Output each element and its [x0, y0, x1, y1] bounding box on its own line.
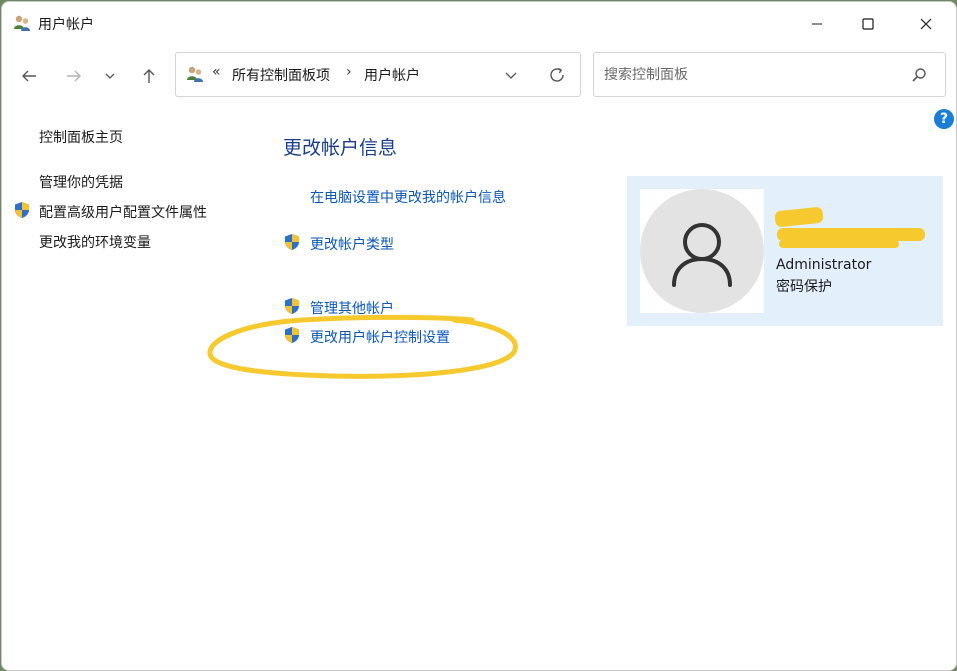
maximize-icon	[862, 18, 874, 30]
address-bar[interactable]: « 所有控制面板项 › 用户帐户	[175, 52, 581, 97]
left-nav-control-panel-home[interactable]: 控制面板主页	[39, 127, 123, 147]
chevron-down-icon	[505, 72, 517, 79]
refresh-button[interactable]	[544, 63, 570, 87]
task-change-info-in-pc-settings[interactable]: 在电脑设置中更改我的帐户信息	[310, 187, 506, 207]
up-button[interactable]	[134, 62, 164, 90]
account-card: Administrator 密码保护	[627, 176, 943, 326]
arrow-left-icon	[22, 70, 36, 82]
close-icon	[920, 18, 932, 30]
user-accounts-window: 用户帐户 « 所有控制面板项 › 用户帐户 搜索控制面板 ? 控制面板主页 管理…	[1, 1, 957, 671]
left-nav-advanced-profile-properties[interactable]: 配置高级用户配置文件属性	[39, 202, 207, 222]
task-change-account-type[interactable]: 更改帐户类型	[310, 234, 394, 254]
left-nav-environment-variables[interactable]: 更改我的环境变量	[39, 232, 151, 252]
redaction-mark	[774, 206, 824, 228]
page-title: 更改帐户信息	[283, 137, 398, 159]
close-button[interactable]	[901, 2, 951, 46]
breadcrumb-overflow[interactable]: «	[212, 64, 221, 80]
avatar	[640, 189, 764, 313]
uac-shield-icon	[15, 202, 29, 218]
task-change-uac-settings[interactable]: 更改用户帐户控制设置	[310, 327, 450, 347]
search-icon[interactable]	[910, 66, 928, 84]
uac-shield-icon	[285, 327, 299, 343]
redaction-mark	[779, 240, 899, 248]
account-type-label: Administrator	[776, 257, 872, 273]
minimize-button[interactable]	[792, 2, 842, 46]
address-history-dropdown[interactable]	[499, 63, 523, 87]
breadcrumb-all-control-panel-items[interactable]: 所有控制面板项	[232, 65, 330, 85]
left-nav-manage-credentials[interactable]: 管理你的凭据	[39, 172, 123, 192]
help-button[interactable]: ?	[934, 109, 954, 129]
back-button[interactable]	[14, 62, 44, 90]
maximize-button[interactable]	[843, 2, 893, 46]
user-accounts-icon	[14, 15, 30, 31]
search-input[interactable]	[602, 63, 896, 87]
refresh-icon	[550, 67, 564, 82]
breadcrumb-user-accounts[interactable]: 用户帐户	[364, 65, 420, 85]
title-bar[interactable]: 用户帐户	[2, 2, 956, 46]
minimize-icon	[812, 23, 822, 25]
user-silhouette-icon	[672, 223, 732, 287]
highlight-annotation	[207, 314, 518, 379]
task-manage-other-accounts[interactable]: 管理其他帐户	[310, 298, 394, 318]
account-password-status: 密码保护	[776, 279, 832, 295]
user-accounts-icon	[187, 66, 203, 82]
window-title: 用户帐户	[38, 17, 94, 33]
forward-button[interactable]	[59, 62, 89, 90]
uac-shield-icon	[285, 298, 299, 314]
chevron-down-icon	[105, 73, 115, 79]
arrow-up-icon	[143, 69, 155, 83]
arrow-right-icon	[67, 70, 81, 82]
breadcrumb-separator[interactable]: ›	[346, 64, 352, 80]
recent-locations-button[interactable]	[99, 62, 121, 90]
uac-shield-icon	[285, 234, 299, 250]
search-box[interactable]	[593, 52, 946, 97]
